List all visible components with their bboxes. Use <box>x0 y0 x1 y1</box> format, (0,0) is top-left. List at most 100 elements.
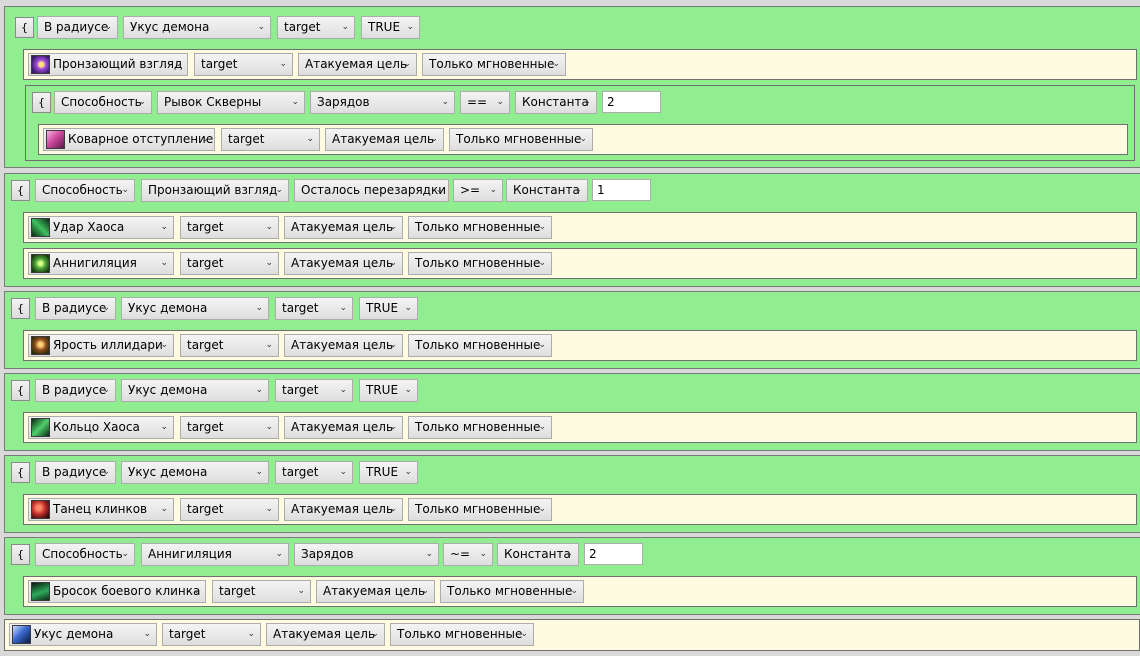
action-row: Танец клинков ⌄ target ⌄ Атакуемая цель ⌄ Т… <box>23 494 1137 525</box>
condition-operand-select[interactable]: Константа ⌄ <box>506 179 588 202</box>
action-unit-select[interactable]: Атакуемая цель ⌄ <box>284 416 403 439</box>
action-target-select[interactable]: target ⌄ <box>221 128 320 151</box>
action-target-select[interactable]: target ⌄ <box>194 53 293 76</box>
action-target-select[interactable]: target ⌄ <box>180 334 279 357</box>
condition-property-select[interactable]: Зарядов ⌄ <box>294 543 439 566</box>
action-spell-value: Аннигиляция <box>53 256 137 270</box>
action-spell-select[interactable]: Танец клинков ⌄ <box>28 498 174 521</box>
chevron-down-icon: ⌄ <box>265 422 273 432</box>
condition-operand-select[interactable]: Константа ⌄ <box>515 91 597 114</box>
condition-target-select[interactable]: target ⌄ <box>275 379 353 402</box>
action-spell-select[interactable]: Удар Хаоса ⌄ <box>28 216 174 239</box>
action-unit-select[interactable]: Атакуемая цель ⌄ <box>316 580 435 603</box>
condition-target-select[interactable]: target ⌄ <box>275 297 353 320</box>
condition-spell-select[interactable]: Рывок Скверны ⌄ <box>157 91 305 114</box>
chevron-down-icon: ⌄ <box>406 22 414 32</box>
action-mode-select[interactable]: Только мгновенные ⌄ <box>408 498 552 521</box>
action-spell-select[interactable]: Пронзающий взгляд ⌄ <box>28 53 188 76</box>
brace-button[interactable]: { <box>11 180 30 201</box>
action-unit-value: Атакуемая цель <box>291 220 394 234</box>
action-spell-select[interactable]: Кольцо Хаоса ⌄ <box>28 416 174 439</box>
condition-type-select[interactable]: В радиусе ⌄ <box>35 297 116 320</box>
chevron-down-icon: ⌄ <box>489 185 497 195</box>
condition-spell-select[interactable]: Аннигиляция ⌄ <box>141 543 289 566</box>
chevron-down-icon: ⌄ <box>160 258 168 268</box>
condition-property-select[interactable]: Осталось перезарядки ⌄ <box>294 179 449 202</box>
brace-button[interactable]: { <box>15 17 34 38</box>
chevron-down-icon: ⌄ <box>538 422 546 432</box>
action-unit-select[interactable]: Атакуемая цель ⌄ <box>266 623 385 646</box>
condition-type-select[interactable]: Способность ⌄ <box>35 179 135 202</box>
condition-bool-select[interactable]: TRUE ⌄ <box>359 379 418 402</box>
action-target-select[interactable]: target ⌄ <box>180 252 279 275</box>
chevron-down-icon: ⌄ <box>583 97 591 107</box>
chevron-down-icon: ⌄ <box>579 134 587 144</box>
brace-button[interactable]: { <box>11 298 30 319</box>
action-target-select[interactable]: target ⌄ <box>180 416 279 439</box>
action-spell-select[interactable]: Аннигиляция ⌄ <box>28 252 174 275</box>
condition-target-select[interactable]: target ⌄ <box>277 16 355 39</box>
condition-spell-value: Пронзающий взгляд <box>148 183 278 197</box>
action-unit-select[interactable]: Атакуемая цель ⌄ <box>284 334 403 357</box>
condition-type-select[interactable]: В радиусе ⌄ <box>37 16 118 39</box>
chevron-down-icon: ⌄ <box>255 467 263 477</box>
action-spell-value: Танец клинков <box>53 502 148 516</box>
condition-target-select[interactable]: target ⌄ <box>275 461 353 484</box>
throw-glaive-icon <box>31 582 50 601</box>
action-mode-select[interactable]: Только мгновенные ⌄ <box>408 216 552 239</box>
annihilation-icon <box>31 254 50 273</box>
action-mode-select[interactable]: Только мгновенные ⌄ <box>408 416 552 439</box>
chevron-down-icon: ⌄ <box>389 340 397 350</box>
condition-spell-select[interactable]: Укус демона ⌄ <box>121 297 269 320</box>
action-target-select[interactable]: target ⌄ <box>180 498 279 521</box>
action-unit-select[interactable]: Атакуемая цель ⌄ <box>284 252 403 275</box>
condition-operator-select[interactable]: ~= ⌄ <box>443 543 493 566</box>
action-unit-select[interactable]: Атакуемая цель ⌄ <box>298 53 417 76</box>
condition-operand-select[interactable]: Константа ⌄ <box>497 543 579 566</box>
action-spell-select[interactable]: Ярость иллидари ⌄ <box>28 334 174 357</box>
condition-bool-select[interactable]: TRUE ⌄ <box>359 461 418 484</box>
constant-value-input[interactable]: 2 <box>584 543 643 565</box>
brace-button[interactable]: { <box>32 92 51 113</box>
condition-block: { В радиусе ⌄ Укус демона ⌄ target ⌄ TRUE ⌄ … <box>4 373 1140 451</box>
action-spell-value: Пронзающий взгляд <box>53 57 183 71</box>
chevron-down-icon: ⌄ <box>339 385 347 395</box>
brace-button[interactable]: { <box>11 462 30 483</box>
constant-value-input[interactable]: 2 <box>602 91 661 113</box>
action-mode-value: Только мгновенные <box>447 584 573 598</box>
action-target-select[interactable]: target ⌄ <box>212 580 311 603</box>
condition-bool-select[interactable]: TRUE ⌄ <box>361 16 420 39</box>
condition-spell-select[interactable]: Укус демона ⌄ <box>121 379 269 402</box>
brace-button[interactable]: { <box>11 544 30 565</box>
action-unit-select[interactable]: Атакуемая цель ⌄ <box>284 216 403 239</box>
action-mode-select[interactable]: Только мгновенные ⌄ <box>390 623 534 646</box>
action-mode-select[interactable]: Только мгновенные ⌄ <box>408 334 552 357</box>
action-target-select[interactable]: target ⌄ <box>162 623 261 646</box>
condition-type-select[interactable]: В радиусе ⌄ <box>35 379 116 402</box>
action-spell-select[interactable]: Укус демона ⌄ <box>9 623 157 646</box>
action-mode-select[interactable]: Только мгновенные ⌄ <box>408 252 552 275</box>
condition-operator-select[interactable]: == ⌄ <box>460 91 510 114</box>
condition-type-select[interactable]: Способность ⌄ <box>54 91 152 114</box>
brace-button[interactable]: { <box>11 380 30 401</box>
action-mode-select[interactable]: Только мгновенные ⌄ <box>449 128 593 151</box>
eye-beam-icon <box>31 55 50 74</box>
action-unit-select[interactable]: Атакуемая цель ⌄ <box>284 498 403 521</box>
condition-type-select[interactable]: В радиусе ⌄ <box>35 461 116 484</box>
action-mode-select[interactable]: Только мгновенные ⌄ <box>422 53 566 76</box>
condition-type-select[interactable]: Способность ⌄ <box>35 543 135 566</box>
action-mode-select[interactable]: Только мгновенные ⌄ <box>440 580 584 603</box>
condition-bool-select[interactable]: TRUE ⌄ <box>359 297 418 320</box>
condition-spell-select[interactable]: Укус демона ⌄ <box>121 461 269 484</box>
action-unit-select[interactable]: Атакуемая цель ⌄ <box>325 128 444 151</box>
constant-value-input[interactable]: 1 <box>592 179 651 201</box>
condition-operator-select[interactable]: >= ⌄ <box>453 179 503 202</box>
action-spell-select[interactable]: Бросок боевого клинка ⌄ <box>28 580 206 603</box>
condition-spell-select[interactable]: Пронзающий взгляд ⌄ <box>141 179 289 202</box>
action-unit-value: Атакуемая цель <box>305 57 408 71</box>
action-target-select[interactable]: target ⌄ <box>180 216 279 239</box>
condition-spell-select[interactable]: Укус демона ⌄ <box>123 16 271 39</box>
chevron-down-icon: ⌄ <box>421 586 429 596</box>
action-spell-select[interactable]: Коварное отступление ⌄ <box>43 128 215 151</box>
condition-property-select[interactable]: Зарядов ⌄ <box>310 91 455 114</box>
